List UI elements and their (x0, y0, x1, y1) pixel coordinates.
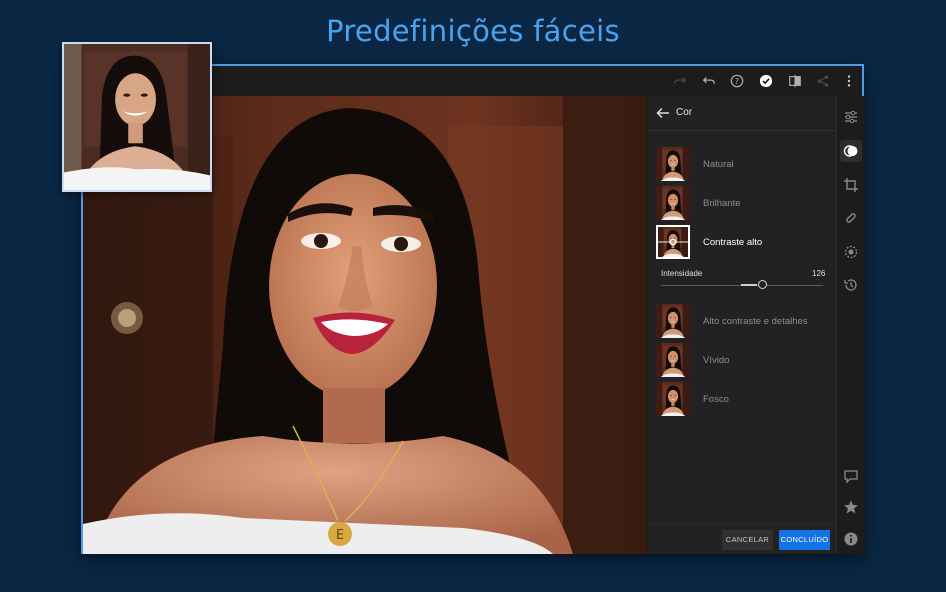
sliders-icon[interactable] (843, 109, 859, 125)
panel-header: Cor (647, 96, 837, 131)
intensity-slider-fill (741, 284, 757, 286)
svg-text:?: ? (735, 77, 739, 86)
preset-label: Contraste alto (703, 237, 763, 248)
healing-brush-icon[interactable] (843, 210, 859, 226)
star-icon[interactable] (843, 499, 859, 515)
preset-thumbnail (656, 382, 690, 416)
tool-rail (836, 96, 865, 554)
intensity-label: Intensidade (661, 269, 703, 278)
done-button[interactable]: CONCLUÍDO (779, 530, 830, 550)
preset-brilhante[interactable]: Brilhante (656, 186, 832, 222)
preset-contraste-alto[interactable]: Contraste alto (656, 225, 832, 261)
svg-text:E: E (336, 528, 344, 543)
intensity-slider-thumb[interactable] (758, 280, 767, 289)
preset-vivido[interactable]: Vívido (656, 343, 832, 379)
crop-icon[interactable] (843, 177, 859, 193)
comment-icon[interactable] (843, 468, 859, 484)
preset-label: Brilhante (703, 198, 741, 209)
intensity-value: 126 (812, 269, 826, 278)
redo-icon[interactable] (671, 72, 689, 90)
info-icon[interactable] (843, 531, 859, 547)
preset-label: Vívido (703, 355, 730, 366)
preset-thumbnail (656, 304, 690, 338)
presets-panel: Cor Natural Brilhante Contraste alto Int… (646, 96, 837, 554)
preset-label: Fosco (703, 394, 729, 405)
preset-thumbnail (656, 147, 690, 181)
compare-icon[interactable] (786, 72, 804, 90)
back-arrow-icon[interactable] (656, 106, 670, 120)
preset-thumbnail (656, 343, 690, 377)
panel-title: Cor (676, 107, 693, 118)
presets-icon[interactable] (843, 143, 859, 159)
help-icon[interactable]: ? (728, 72, 746, 90)
preset-fosco[interactable]: Fosco (656, 382, 832, 418)
preset-natural[interactable]: Natural (656, 147, 832, 183)
more-icon[interactable] (840, 72, 858, 90)
undo-icon[interactable] (700, 72, 718, 90)
panel-action-bar: CANCELAR CONCLUÍDO (647, 524, 837, 555)
preset-alto-contraste-detalhes[interactable]: Alto contraste e detalhes (656, 304, 832, 340)
selective-icon[interactable] (843, 244, 859, 260)
share-icon[interactable] (814, 72, 832, 90)
checkmark-icon[interactable] (757, 72, 775, 90)
preset-thumbnail-selected (656, 225, 690, 259)
preset-thumbnail (656, 186, 690, 220)
cancel-button[interactable]: CANCELAR (722, 530, 773, 550)
preset-label: Alto contraste e detalhes (703, 316, 808, 327)
before-preview-thumbnail (62, 42, 212, 192)
history-icon[interactable] (843, 277, 859, 293)
preset-label: Natural (703, 159, 734, 170)
